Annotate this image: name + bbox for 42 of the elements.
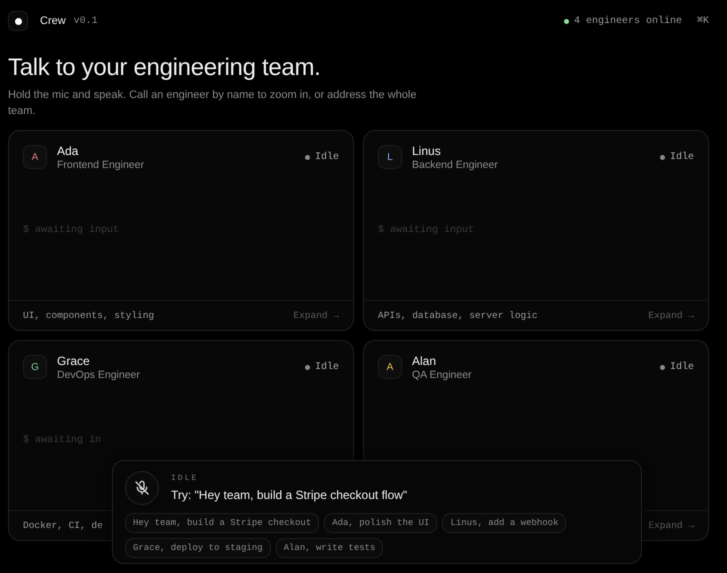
avatar-initial: G: [23, 355, 47, 380]
expand-link[interactable]: Expand →: [648, 520, 694, 531]
logo-icon: [8, 11, 28, 31]
engineer-role: DevOps Engineer: [57, 368, 141, 381]
engineer-name: Alan: [412, 354, 438, 368]
engineer-status: Idle: [670, 152, 694, 163]
engineer-role: Backend Engineer: [412, 158, 499, 171]
online-count: 4 engineers online: [574, 16, 682, 26]
skills-text: UI, components, styling: [23, 310, 154, 321]
avatar-initial: A: [23, 145, 47, 170]
suggestion-chip[interactable]: Linus, add a webhook: [442, 513, 566, 533]
page-subtitle: Hold the mic and speak. Call an engineer by name to zoom in, or address the whole team.: [8, 88, 418, 119]
status-dot-icon: [304, 364, 310, 370]
skills-text: APIs, database, server logic: [378, 310, 538, 321]
page-title: Talk to your engineering team.: [8, 54, 322, 82]
engineer-name: Linus: [412, 144, 442, 158]
engineer-role: Frontend Engineer: [57, 158, 145, 171]
engineer-role: QA Engineer: [412, 368, 473, 381]
avatar-initial: L: [378, 145, 402, 170]
online-indicator-icon: [564, 18, 569, 24]
status-dot-icon: [660, 364, 665, 370]
status-dot-icon: [304, 154, 310, 160]
engineer-name: Grace: [57, 354, 91, 368]
engineer-status: Idle: [314, 152, 339, 163]
shortcut-hint: ⌘K: [696, 15, 709, 27]
engineer-name: Ada: [57, 144, 80, 158]
skills-text: Docker, CI, de: [23, 520, 103, 531]
expand-link[interactable]: Expand →: [648, 310, 694, 321]
status-dot-icon: [660, 154, 665, 160]
voice-status: IDLE: [171, 474, 200, 483]
version-label: v0.1: [74, 16, 98, 26]
muted-mic-icon: [134, 480, 150, 496]
suggestion-chip[interactable]: Grace, deploy to staging: [125, 538, 271, 558]
mic-button[interactable]: [125, 471, 159, 505]
suggestion-chip[interactable]: Alan, write tests: [276, 538, 384, 558]
engineer-status: Idle: [314, 362, 339, 373]
engineer-status: Idle: [670, 362, 694, 373]
brand-name: Crew: [40, 15, 66, 27]
suggestion-chip[interactable]: Ada, polish the UI: [324, 513, 438, 533]
expand-link[interactable]: Expand →: [293, 310, 339, 321]
avatar-initial: A: [378, 355, 402, 380]
suggestion-chip[interactable]: Hey team, build a Stripe checkout: [125, 513, 320, 533]
